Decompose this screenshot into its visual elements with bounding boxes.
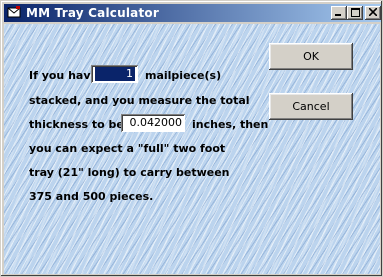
line1-suffix: mailpiece(s) <box>145 69 222 82</box>
calculator-window: MM Tray Calculator If you have 1 mailpie… <box>0 0 383 277</box>
cancel-button[interactable]: Cancel <box>269 93 353 120</box>
minimize-icon <box>335 14 341 16</box>
close-icon <box>369 8 377 16</box>
mail-envelope-icon <box>7 6 21 18</box>
mailpieces-input[interactable]: 1 <box>91 65 138 83</box>
ok-button[interactable]: OK <box>269 43 353 70</box>
window-title: MM Tray Calculator <box>26 6 159 20</box>
mailpieces-value: 1 <box>95 67 135 81</box>
line4-text: you can expect a "full" two foot <box>29 142 226 155</box>
maximize-button[interactable] <box>347 6 363 20</box>
thickness-input[interactable]: 0.042000 <box>121 114 185 132</box>
form-area: If you have 1 mailpiece(s) stacked, and … <box>4 24 380 274</box>
line1-prefix: If you have <box>29 69 98 82</box>
close-button[interactable] <box>365 6 381 20</box>
minimize-button[interactable] <box>331 6 347 20</box>
line3-prefix: thickness to be: <box>29 118 129 131</box>
line6-text: 375 and 500 pieces. <box>29 190 154 203</box>
title-bar[interactable]: MM Tray Calculator <box>4 4 381 22</box>
line2-text: stacked, and you measure the total <box>29 94 250 107</box>
line3-suffix: inches, then <box>192 118 269 131</box>
maximize-icon <box>350 8 360 17</box>
line5-text: tray (21" long) to carry between <box>29 166 230 179</box>
